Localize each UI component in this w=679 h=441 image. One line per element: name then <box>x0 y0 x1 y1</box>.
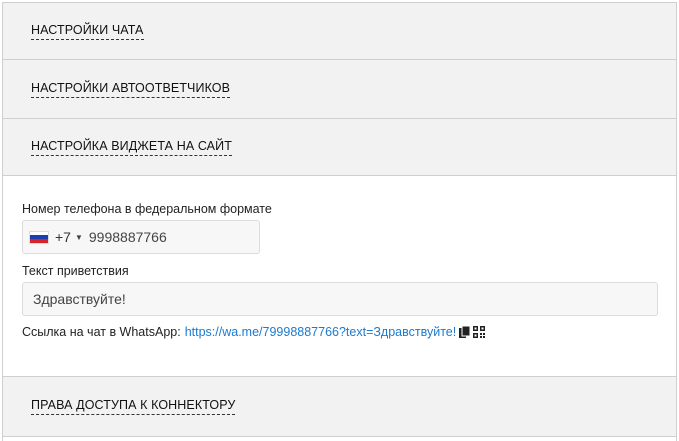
greeting-input[interactable] <box>22 282 658 316</box>
dial-code: +7 <box>55 229 71 245</box>
section-title-autoresponders[interactable]: НАСТРОЙКИ АВТООТВЕТЧИКОВ <box>31 81 231 98</box>
whatsapp-chat-link[interactable]: https://wa.me/79998887766?text=Здравству… <box>185 325 457 339</box>
section-access-rights[interactable]: ПРАВА ДОСТУПА К КОННЕКТОРУ <box>3 377 676 437</box>
phone-input[interactable] <box>86 228 241 246</box>
whatsapp-link-label: Ссылка на чат в WhatsApp: <box>22 325 181 339</box>
country-selector[interactable]: +7 ▼ <box>23 221 87 253</box>
phone-field: +7 ▼ <box>22 220 260 254</box>
section-title-chat-settings[interactable]: НАСТРОЙКИ ЧАТА <box>31 23 144 40</box>
section-chat-settings[interactable]: НАСТРОЙКИ ЧАТА <box>3 3 676 60</box>
qr-code-icon[interactable] <box>473 326 486 338</box>
settings-accordion: НАСТРОЙКИ ЧАТА НАСТРОЙКИ АВТООТВЕТЧИКОВ … <box>2 2 677 441</box>
section-autoresponders[interactable]: НАСТРОЙКИ АВТООТВЕТЧИКОВ <box>3 60 676 119</box>
section-title-widget[interactable]: НАСТРОЙКА ВИДЖЕТА НА САЙТ <box>31 139 232 156</box>
phone-label: Номер телефона в федеральном формате <box>22 202 272 216</box>
russia-flag-icon <box>29 230 49 244</box>
section-title-access-rights[interactable]: ПРАВА ДОСТУПА К КОННЕКТОРУ <box>31 398 236 415</box>
greeting-label: Текст приветствия <box>22 264 129 278</box>
caret-down-icon: ▼ <box>74 232 83 242</box>
section-widget[interactable]: НАСТРОЙКА ВИДЖЕТА НА САЙТ <box>3 119 676 176</box>
whatsapp-link-row: Ссылка на чат в WhatsApp: https://wa.me/… <box>22 325 486 339</box>
copy-icon[interactable] <box>459 325 471 339</box>
widget-settings-panel: Номер телефона в федеральном формате +7 … <box>3 176 676 377</box>
